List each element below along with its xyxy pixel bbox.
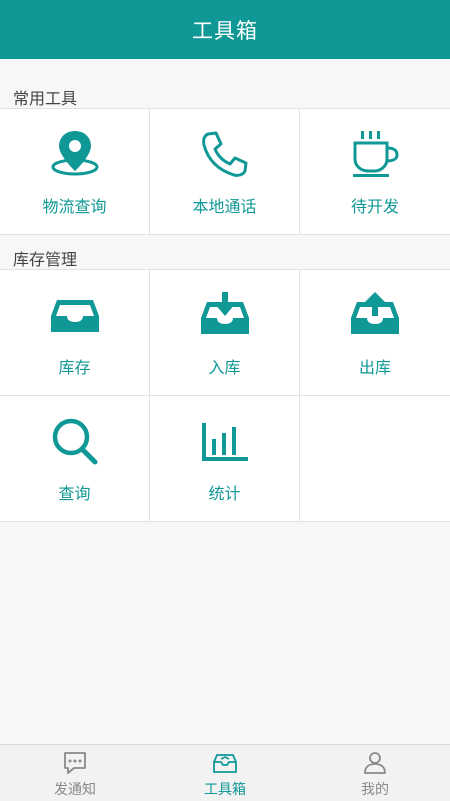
tool-label: 入库 [208,358,241,377]
chat-bubble-icon [62,750,88,776]
tool-label: 查询 [58,484,91,503]
empty-cell [300,396,450,521]
app-header: 工具箱 [0,0,450,59]
tool-stock-out[interactable]: 出库 [300,270,450,395]
search-icon [45,416,105,466]
tool-statistics[interactable]: 统计 [150,396,300,521]
tab-notifications[interactable]: 发通知 [0,745,150,801]
tab-label: 工具箱 [204,782,246,798]
tool-local-call[interactable]: 本地通话 [150,109,300,234]
tray-upload-icon [345,290,405,340]
tool-label: 待开发 [350,197,399,216]
inbox-tray-icon [45,290,105,340]
tool-query[interactable]: 查询 [0,396,150,521]
section-title-inventory: 库存管理 [13,250,78,269]
bottom-tab-bar: 发通知 工具箱 我的 [0,744,450,801]
common-tools-grid: 物流查询 本地通话 待开发 [0,108,450,235]
tool-label: 统计 [208,484,241,503]
phone-icon [195,129,255,179]
tool-label: 库存 [58,358,91,377]
tab-profile[interactable]: 我的 [300,745,450,801]
tool-label: 出库 [358,358,391,377]
tool-stock-in[interactable]: 入库 [150,270,300,395]
tab-label: 发通知 [54,782,96,798]
user-icon [362,750,388,776]
tool-inventory[interactable]: 库存 [0,270,150,395]
tab-toolbox[interactable]: 工具箱 [150,745,300,801]
tool-logistics-query[interactable]: 物流查询 [0,109,150,234]
toolbox-icon [212,750,238,776]
tool-label: 本地通话 [192,197,257,216]
coffee-cup-icon [345,129,405,179]
bar-chart-icon [195,416,255,466]
tray-download-icon [195,290,255,340]
page-title: 工具箱 [192,18,258,43]
section-title-common-tools: 常用工具 [13,89,78,108]
location-pin-icon [45,129,105,179]
tab-label: 我的 [361,782,389,798]
inventory-grid: 库存 入库 出库 查询 统计 [0,269,450,522]
tool-label: 物流查询 [42,197,107,216]
tool-pending[interactable]: 待开发 [300,109,450,234]
